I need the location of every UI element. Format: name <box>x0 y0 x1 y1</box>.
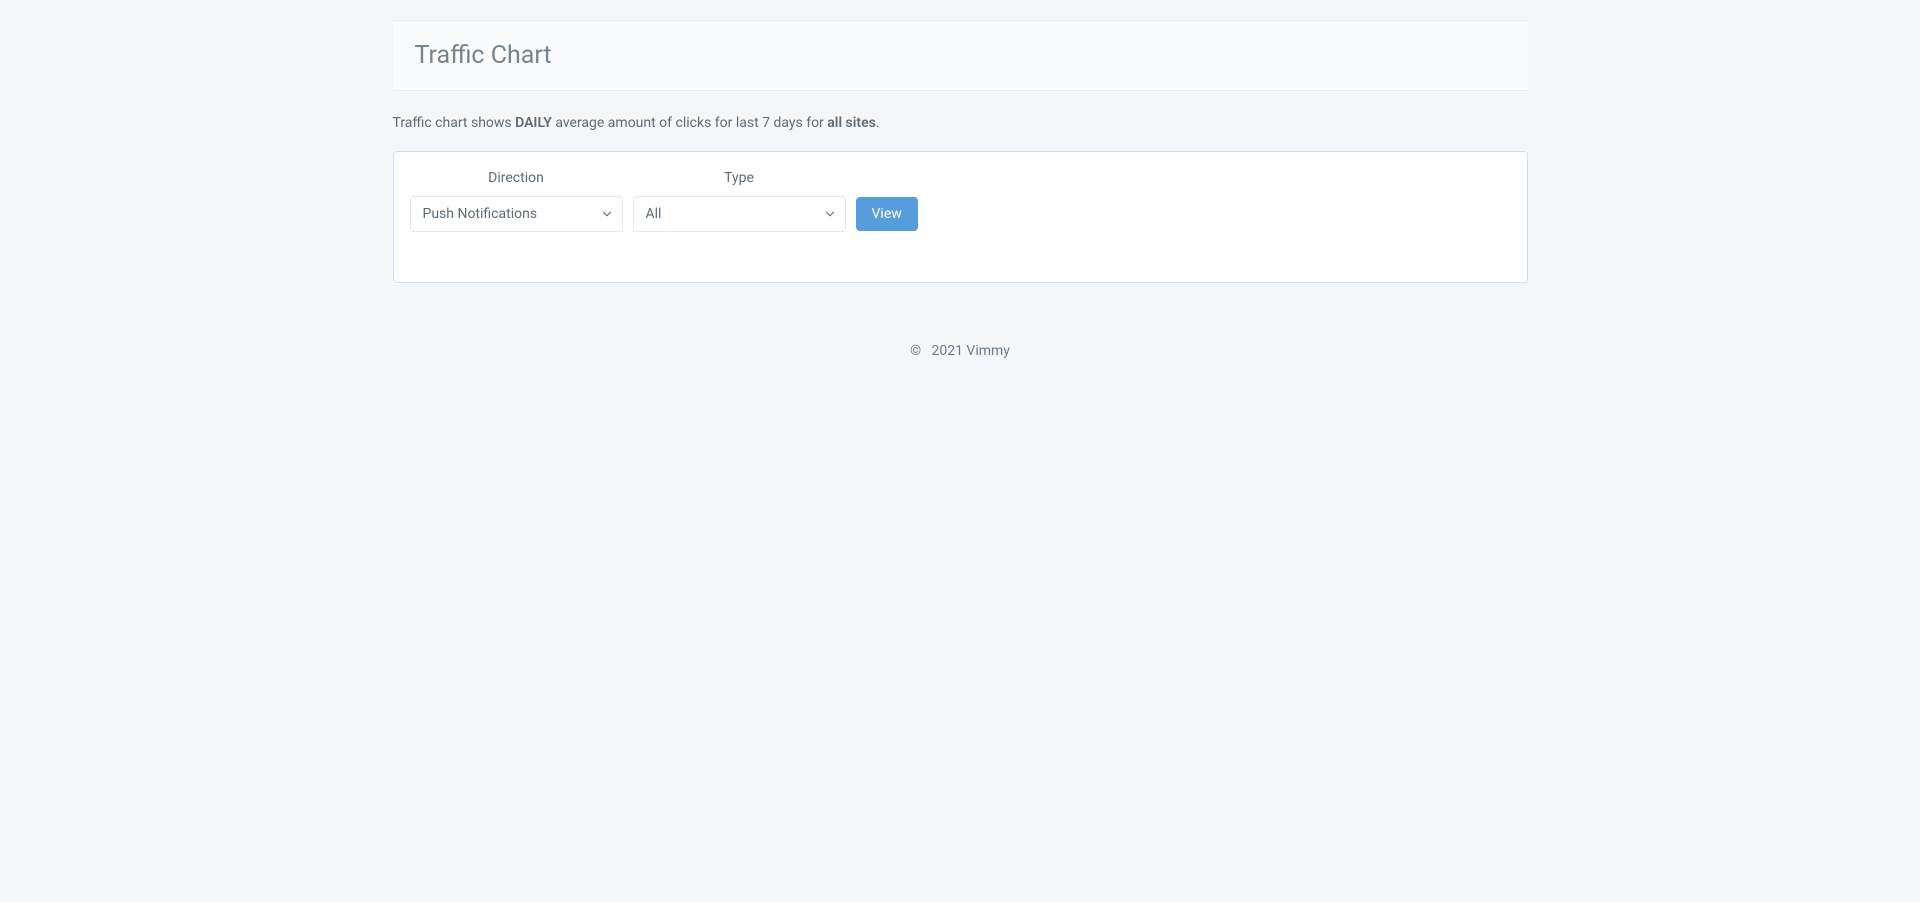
filter-form-row: Direction Push Notifications Type All Vi… <box>410 170 1511 232</box>
type-label: Type <box>724 170 754 186</box>
description-emphasis-daily: DAILY <box>515 115 552 131</box>
footer: © 2021 Vimmy <box>0 323 1920 379</box>
description-emphasis-sites: all sites <box>827 115 876 131</box>
direction-group: Direction Push Notifications <box>410 170 623 232</box>
footer-text: 2021 Vimmy <box>931 343 1009 359</box>
description-middle: average amount of clicks for last 7 days… <box>552 115 827 131</box>
description-text: Traffic chart shows DAILY average amount… <box>393 91 1528 151</box>
page-title: Traffic Chart <box>415 41 1506 70</box>
type-group: Type All <box>633 170 846 232</box>
direction-label: Direction <box>488 170 544 186</box>
type-select[interactable]: All <box>633 196 846 232</box>
view-button[interactable]: View <box>856 197 918 231</box>
page-header: Traffic Chart <box>393 20 1528 91</box>
footer-copyright: © <box>910 343 921 359</box>
description-prefix: Traffic chart shows <box>393 115 516 131</box>
filter-card: Direction Push Notifications Type All Vi… <box>393 151 1528 283</box>
direction-select[interactable]: Push Notifications <box>410 196 623 232</box>
description-suffix: . <box>876 115 880 131</box>
